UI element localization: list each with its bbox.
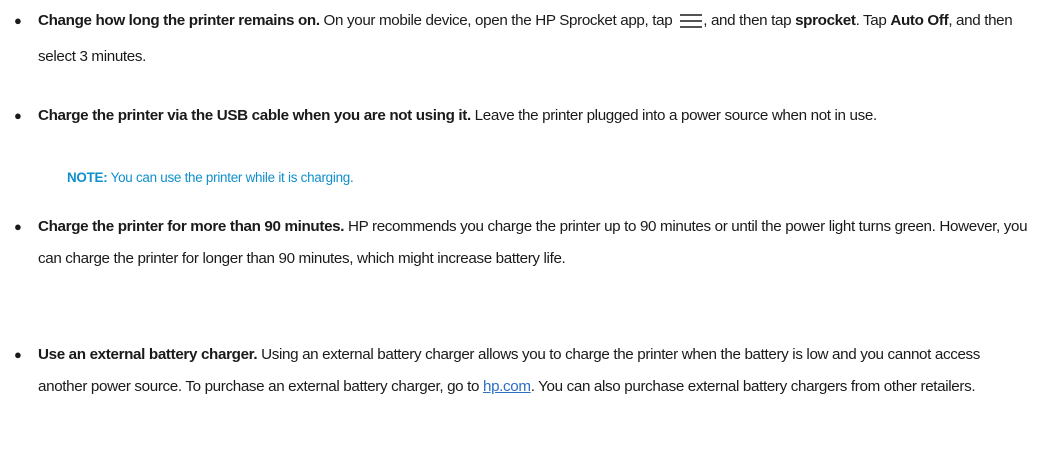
item-bold-sprocket: sprocket [795,12,856,29]
bullet: ● [14,13,22,28]
document-page: ● Change how long the printer remains on… [0,0,1040,473]
list-item: ● Use an external battery charger. Using… [14,339,1028,402]
note-text: You can use the printer while it is char… [107,170,354,185]
note: NOTE: You can use the printer while it i… [67,168,354,188]
item-bold-auto-off: Auto Off [890,12,949,29]
note-label: NOTE: [67,170,108,185]
item-text: , and then tap [703,12,796,29]
item-text: . You can also purchase external battery… [530,377,976,395]
list-item: ● Change how long the printer remains on… [14,5,1028,72]
item-text: . Tap [855,12,891,29]
list-item: ● Charge the printer for more than 90 mi… [14,211,1028,274]
item-lead: Use an external battery charger. [38,346,258,363]
bullet: ● [14,108,22,123]
list-item: ● Charge the printer via the USB cable w… [14,100,1028,132]
item-lead: Change how long the printer remains on. [38,12,320,29]
item-lead: Charge the printer for more than 90 minu… [38,218,345,235]
hp-com-link[interactable]: hp.com [483,378,531,395]
hamburger-menu-icon [680,9,703,41]
item-lead: Charge the printer via the USB cable whe… [38,107,471,124]
bullet: ● [14,219,22,234]
bullet: ● [14,347,22,362]
item-text: On your mobile device, open the HP Sproc… [319,12,677,29]
item-text: Leave the printer plugged into a power s… [470,107,878,124]
